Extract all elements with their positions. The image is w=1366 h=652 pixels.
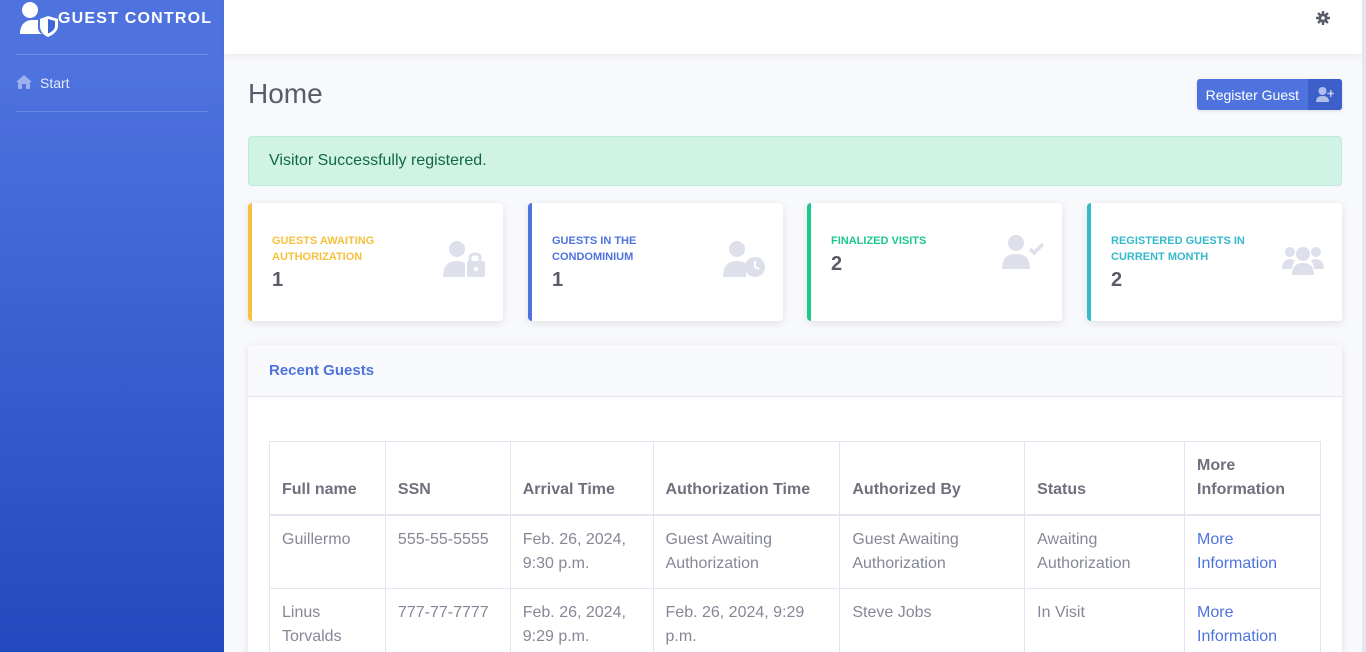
more-information-link[interactable]: More Information [1197, 604, 1277, 645]
cell-ssn: 777-77-7777 [384, 588, 511, 652]
stat-label: GUESTS AWAITING AUTHORIZATION [272, 235, 375, 263]
cell-more-info: More Information [1184, 514, 1321, 589]
cell-more-info: More Information [1184, 588, 1321, 652]
column-header: More Information [1184, 441, 1321, 516]
stat-card-in-condominium: GUESTS IN THE CONDOMINIUM 1 [528, 203, 783, 321]
stat-value: 2 [831, 253, 843, 275]
table-header-row: Full name SSN Arrival Time Authorization… [269, 441, 1321, 516]
guest-shield-icon [18, 0, 58, 40]
user-check-icon [1002, 235, 1045, 274]
stat-value: 1 [552, 269, 564, 291]
stat-label: FINALIZED VISITS [831, 235, 927, 247]
scrollbar[interactable] [1362, 0, 1366, 652]
sidebar: GUEST CONTROL Start [0, 0, 224, 652]
panel-title: Recent Guests [269, 362, 375, 379]
register-guest-label: Register Guest [1205, 86, 1299, 103]
cell-authorized-by: Steve Jobs [839, 588, 1026, 652]
recent-guests-table: Full name SSN Arrival Time Authorization… [269, 441, 1321, 652]
stat-card-registered-month: REGISTERED GUESTS IN CURRENT MONTH 2 [1087, 203, 1342, 321]
cell-arrival-time: Feb. 26, 2024, 9:29 p.m. [509, 588, 654, 652]
success-alert: Visitor Successfully registered. [248, 136, 1342, 186]
stat-label: GUESTS IN THE CONDOMINIUM [552, 235, 637, 263]
cell-authorization-time: Guest Awaiting Authorization [652, 514, 841, 589]
recent-guests-panel: Recent Guests Full name SSN Arrival Time… [248, 345, 1342, 652]
stat-card-finalized: FINALIZED VISITS 2 [807, 203, 1062, 321]
brand[interactable]: GUEST CONTROL [0, 0, 224, 54]
cell-ssn: 555-55-5555 [384, 514, 511, 589]
cell-full-name: Linus Torvalds [269, 588, 386, 652]
more-information-link[interactable]: More Information [1197, 531, 1277, 572]
column-header: Full name [269, 441, 386, 516]
cell-status: In Visit [1024, 588, 1186, 652]
alert-message: Visitor Successfully registered. [269, 152, 487, 169]
stat-value: 1 [272, 269, 284, 291]
topbar [224, 0, 1362, 54]
sidebar-item-start[interactable]: Start [0, 55, 224, 111]
stat-label: REGISTERED GUESTS IN CURRENT MONTH [1111, 235, 1245, 263]
users-icon [1282, 245, 1324, 280]
user-plus-icon [1308, 79, 1342, 110]
sidebar-divider [16, 111, 208, 112]
register-guest-button[interactable]: Register Guest [1196, 79, 1342, 110]
sidebar-item-label: Start [40, 75, 70, 91]
cell-authorization-time: Feb. 26, 2024, 9:29 p.m. [652, 588, 841, 652]
cell-full-name: Guillermo [269, 514, 386, 589]
table-row: Linus Torvalds 777-77-7777 Feb. 26, 2024… [269, 588, 1321, 652]
column-header: Authorized By [839, 441, 1026, 516]
stat-value: 2 [1111, 269, 1123, 291]
table-row: Guillermo 555-55-5555 Feb. 26, 2024, 9:3… [269, 514, 1321, 589]
cell-status: Awaiting Authorization [1024, 514, 1186, 589]
home-icon [16, 74, 40, 92]
column-header: SSN [384, 441, 511, 516]
user-lock-icon [443, 241, 485, 282]
panel-header: Recent Guests [248, 345, 1342, 397]
stat-card-awaiting: GUESTS AWAITING AUTHORIZATION 1 [248, 203, 503, 321]
brand-title: GUEST CONTROL [58, 10, 213, 27]
column-header: Authorization Time [652, 441, 841, 516]
column-header: Status [1024, 441, 1186, 516]
page-title: Home [248, 78, 323, 109]
cell-authorized-by: Guest Awaiting Authorization [839, 514, 1026, 589]
cell-arrival-time: Feb. 26, 2024, 9:30 p.m. [509, 514, 654, 589]
user-clock-icon [723, 241, 765, 282]
column-header: Arrival Time [509, 441, 654, 516]
gear-icon[interactable] [1316, 11, 1330, 25]
